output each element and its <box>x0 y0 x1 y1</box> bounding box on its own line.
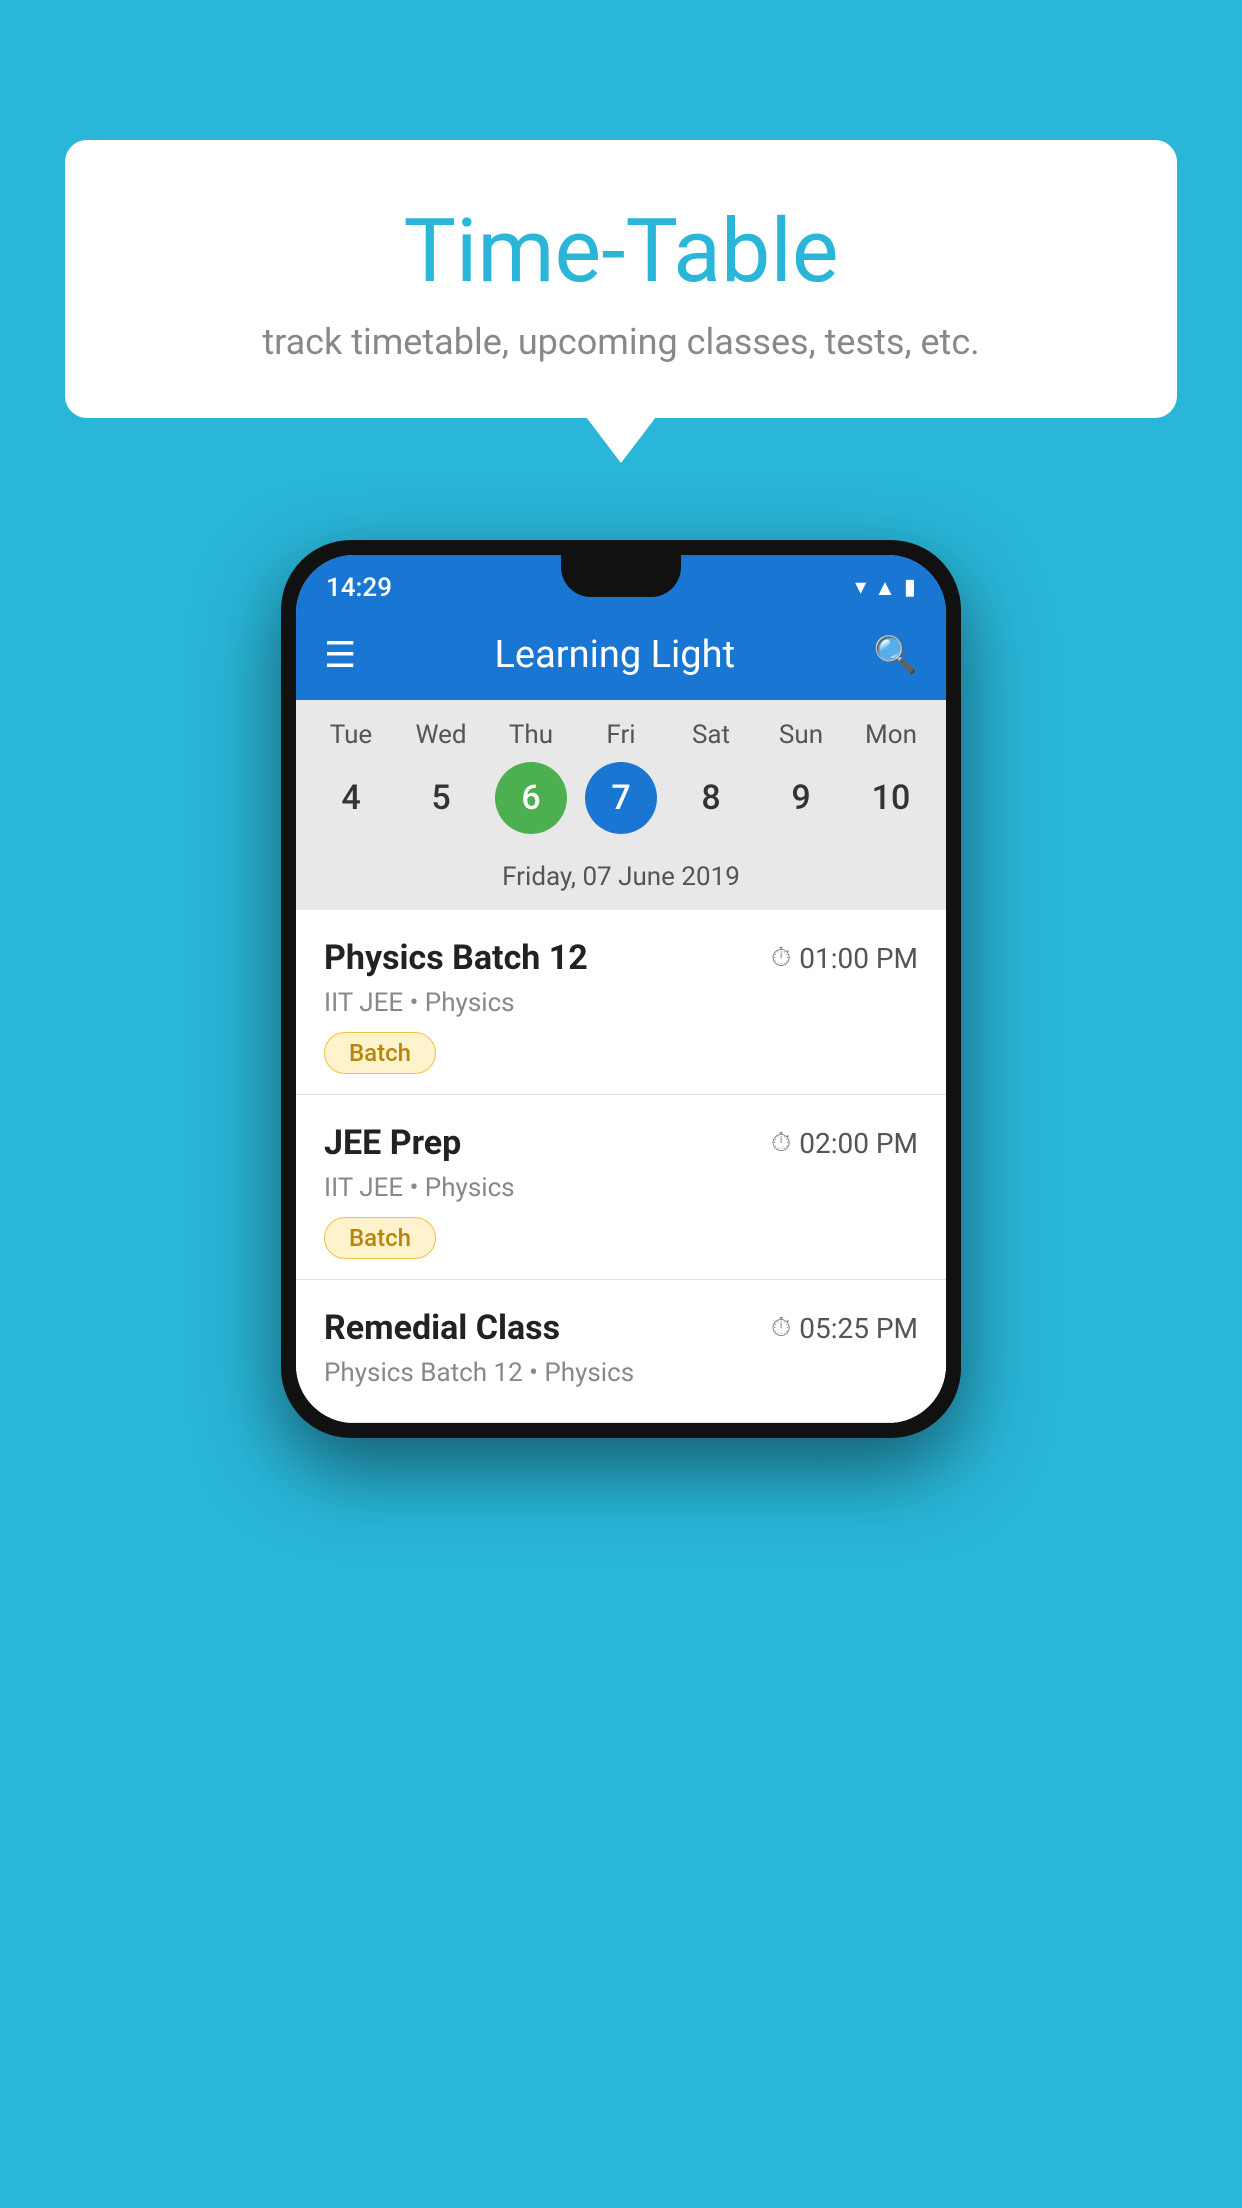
selected-date-label: Friday, 07 June 2019 <box>296 854 946 910</box>
app-bar: ☰ Learning Light 🔍 <box>296 610 946 700</box>
day-num-5[interactable]: 5 <box>405 762 477 834</box>
class-time: ⏱ 02:00 PM <box>771 1127 918 1160</box>
day-num-7[interactable]: 7 <box>585 762 657 834</box>
class-item-2[interactable]: Remedial Class ⏱ 05:25 PM Physics Batch … <box>296 1280 946 1423</box>
class-name: Physics Batch 12 <box>324 938 588 978</box>
menu-icon[interactable]: ☰ <box>324 634 356 676</box>
class-time: ⏱ 01:00 PM <box>771 942 918 975</box>
class-item-header: Physics Batch 12 ⏱ 01:00 PM <box>324 938 918 978</box>
status-bar: 14:29 ▾ ▲ ▮ <box>296 555 946 610</box>
calendar-strip: Tue Wed Thu Fri Sat Sun Mon 45678910 Friday, 0… <box>296 700 946 910</box>
day-headers: Tue Wed Thu Fri Sat Sun Mon <box>296 720 946 762</box>
class-subject: IIT JEE • Physics <box>324 988 918 1018</box>
class-item-1[interactable]: JEE Prep ⏱ 02:00 PM IIT JEE • Physics Ba… <box>296 1095 946 1280</box>
app-title: Time-Table <box>105 200 1137 303</box>
day-header-mon: Mon <box>851 720 931 750</box>
day-num-4[interactable]: 4 <box>315 762 387 834</box>
phone-screen: 14:29 ▾ ▲ ▮ ☰ Learning Light 🔍 Tue Wed Thu… <box>296 555 946 1423</box>
day-numbers: 45678910 <box>296 762 946 854</box>
day-header-wed: Wed <box>401 720 481 750</box>
clock-icon: ⏱ <box>771 1313 791 1344</box>
wifi-icon: ▾ <box>855 575 866 600</box>
day-num-8[interactable]: 8 <box>675 762 747 834</box>
day-header-sun: Sun <box>761 720 841 750</box>
day-num-6[interactable]: 6 <box>495 762 567 834</box>
clock-icon: ⏱ <box>771 1128 791 1159</box>
battery-icon: ▮ <box>904 575 916 600</box>
app-bar-title: Learning Light <box>494 633 735 677</box>
status-icons: ▾ ▲ ▮ <box>855 575 916 601</box>
signal-icon: ▲ <box>874 575 896 601</box>
batch-tag: Batch <box>324 1217 436 1259</box>
status-time: 14:29 <box>326 573 392 603</box>
day-header-fri: Fri <box>581 720 661 750</box>
class-list: Physics Batch 12 ⏱ 01:00 PM IIT JEE • Ph… <box>296 910 946 1423</box>
speech-bubble-container: Time-Table track timetable, upcoming cla… <box>65 140 1177 418</box>
class-subject: IIT JEE • Physics <box>324 1173 918 1203</box>
speech-bubble: Time-Table track timetable, upcoming cla… <box>65 140 1177 418</box>
class-item-header: JEE Prep ⏱ 02:00 PM <box>324 1123 918 1163</box>
phone-body: 14:29 ▾ ▲ ▮ ☰ Learning Light 🔍 Tue Wed Thu… <box>281 540 961 1438</box>
class-item-0[interactable]: Physics Batch 12 ⏱ 01:00 PM IIT JEE • Ph… <box>296 910 946 1095</box>
class-name: JEE Prep <box>324 1123 461 1163</box>
day-header-thu: Thu <box>491 720 571 750</box>
day-header-sat: Sat <box>671 720 751 750</box>
day-header-tue: Tue <box>311 720 391 750</box>
class-time: ⏱ 05:25 PM <box>771 1312 918 1345</box>
class-item-header: Remedial Class ⏱ 05:25 PM <box>324 1308 918 1348</box>
day-num-9[interactable]: 9 <box>765 762 837 834</box>
class-name: Remedial Class <box>324 1308 560 1348</box>
batch-tag: Batch <box>324 1032 436 1074</box>
search-icon[interactable]: 🔍 <box>873 634 918 676</box>
clock-icon: ⏱ <box>771 943 791 974</box>
app-subtitle: track timetable, upcoming classes, tests… <box>105 321 1137 363</box>
class-subject: Physics Batch 12 • Physics <box>324 1358 918 1388</box>
day-num-10[interactable]: 10 <box>855 762 927 834</box>
phone-mockup: 14:29 ▾ ▲ ▮ ☰ Learning Light 🔍 Tue Wed Thu… <box>281 540 961 1438</box>
